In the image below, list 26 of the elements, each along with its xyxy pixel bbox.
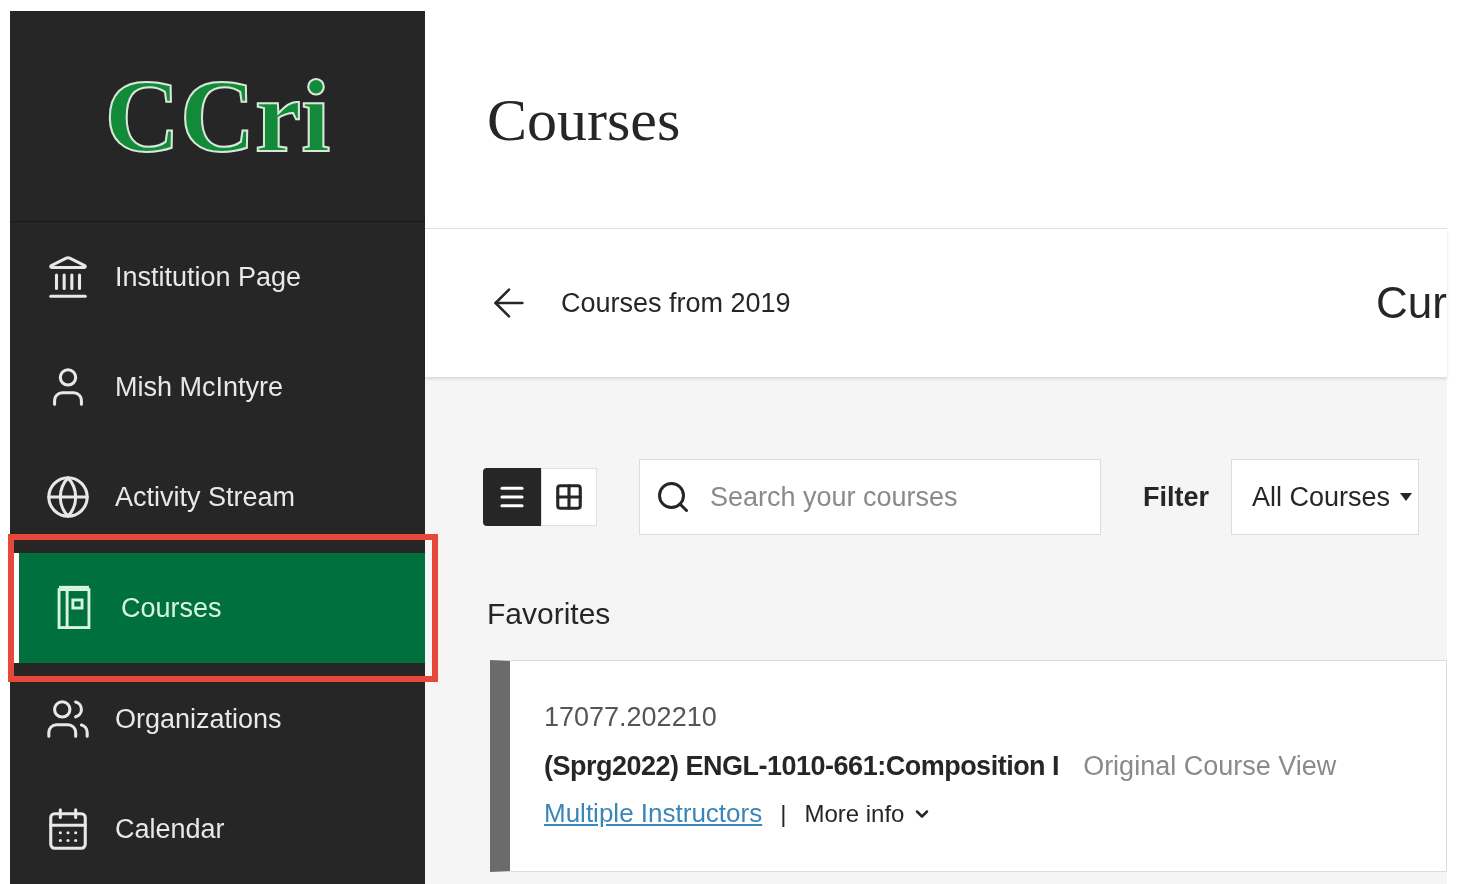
- filter-dropdown[interactable]: All Courses: [1231, 459, 1420, 535]
- section-title: Favorites: [486, 596, 612, 632]
- course-card[interactable]: 17077.202210 (Sprg2022) ENGL-1010-661:Composition I Original Course View Multiple Instructors | More info: [490, 660, 1447, 872]
- logo: CCri: [104, 64, 331, 168]
- course-name[interactable]: (Sprg2022) ENGL-1010-661:Composition I: [544, 745, 1060, 786]
- nav-item[interactable]: Activity Stream: [10, 442, 425, 552]
- nav-item[interactable]: Institution Page: [10, 222, 425, 332]
- search-field[interactable]: Search your courses: [639, 459, 1101, 535]
- page-title: Courses: [487, 85, 681, 155]
- grid-view-button[interactable]: [541, 468, 597, 526]
- more-info-button[interactable]: More info: [804, 795, 933, 832]
- search-icon: [655, 479, 691, 515]
- nav-item[interactable]: Calendar: [10, 774, 425, 884]
- nav-item[interactable]: Mish McIntyre: [10, 332, 425, 442]
- course-id: 17077.202210: [544, 701, 718, 734]
- list-view-button[interactable]: [483, 468, 541, 526]
- nav-item[interactable]: Organizations: [10, 664, 425, 774]
- dropdown-caret-icon: [1400, 493, 1413, 501]
- course-view-label: Original Course View: [1083, 749, 1337, 783]
- nav-item[interactable]: Courses: [14, 553, 425, 663]
- separator: |: [780, 798, 787, 829]
- back-button[interactable]: Courses from 2019: [483, 280, 791, 326]
- next-period-label[interactable]: Cur: [1376, 270, 1447, 336]
- filter-label: Filter: [1143, 480, 1209, 514]
- instructors-link[interactable]: Multiple Instructors: [544, 794, 763, 833]
- grid-icon: [554, 482, 584, 512]
